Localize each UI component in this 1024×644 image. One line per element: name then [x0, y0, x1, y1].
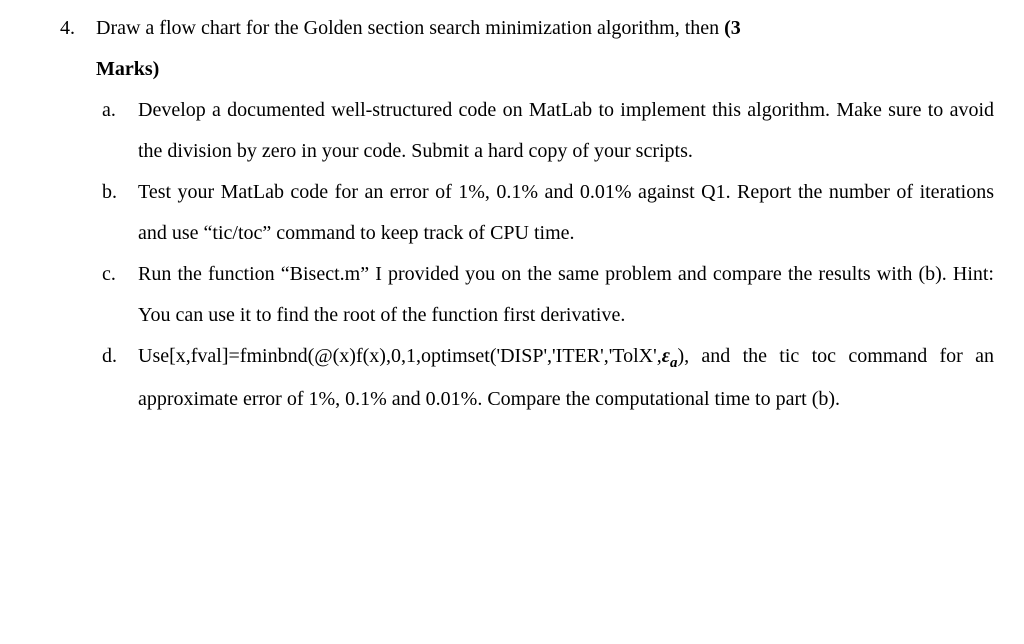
item-a-text: Develop a documented well-structured cod…	[138, 90, 994, 172]
page-content: 4. Draw a flow chart for the Golden sect…	[0, 0, 1024, 440]
marks-line: Marks)	[96, 49, 994, 90]
item-a-label: a.	[102, 90, 138, 172]
question-intro: Draw a flow chart for the Golden section…	[96, 8, 994, 49]
intro-text: Draw a flow chart for the Golden section…	[96, 17, 724, 39]
item-d-text: Use[x,fval]=fminbnd(@(x)f(x),0,1,optimse…	[138, 336, 994, 420]
item-a: a. Develop a documented well-structured …	[102, 90, 994, 172]
epsilon: εa	[662, 345, 678, 367]
marks-open: (3	[724, 17, 741, 39]
question-body: Draw a flow chart for the Golden section…	[96, 8, 994, 420]
item-c-label: c.	[102, 254, 138, 336]
fminbnd-tail1: ), and the tic	[677, 345, 799, 367]
question-4: 4. Draw a flow chart for the Golden sect…	[60, 8, 994, 420]
item-c: c. Run the function “Bisect.m” I provide…	[102, 254, 994, 336]
item-b-label: b.	[102, 172, 138, 254]
question-number: 4.	[60, 8, 96, 420]
item-c-text: Run the function “Bisect.m” I provided y…	[138, 254, 994, 336]
item-b-text: Test your MatLab code for an error of 1%…	[138, 172, 994, 254]
epsilon-symbol: ε	[662, 345, 670, 367]
item-b: b. Test your MatLab code for an error of…	[102, 172, 994, 254]
fminbnd-call-lead: Use[x,fval]=fminbnd(@(x)f(x),0,1,optimse…	[138, 345, 662, 367]
item-d: d. Use[x,fval]=fminbnd(@(x)f(x),0,1,opti…	[102, 336, 994, 420]
item-d-label: d.	[102, 336, 138, 420]
